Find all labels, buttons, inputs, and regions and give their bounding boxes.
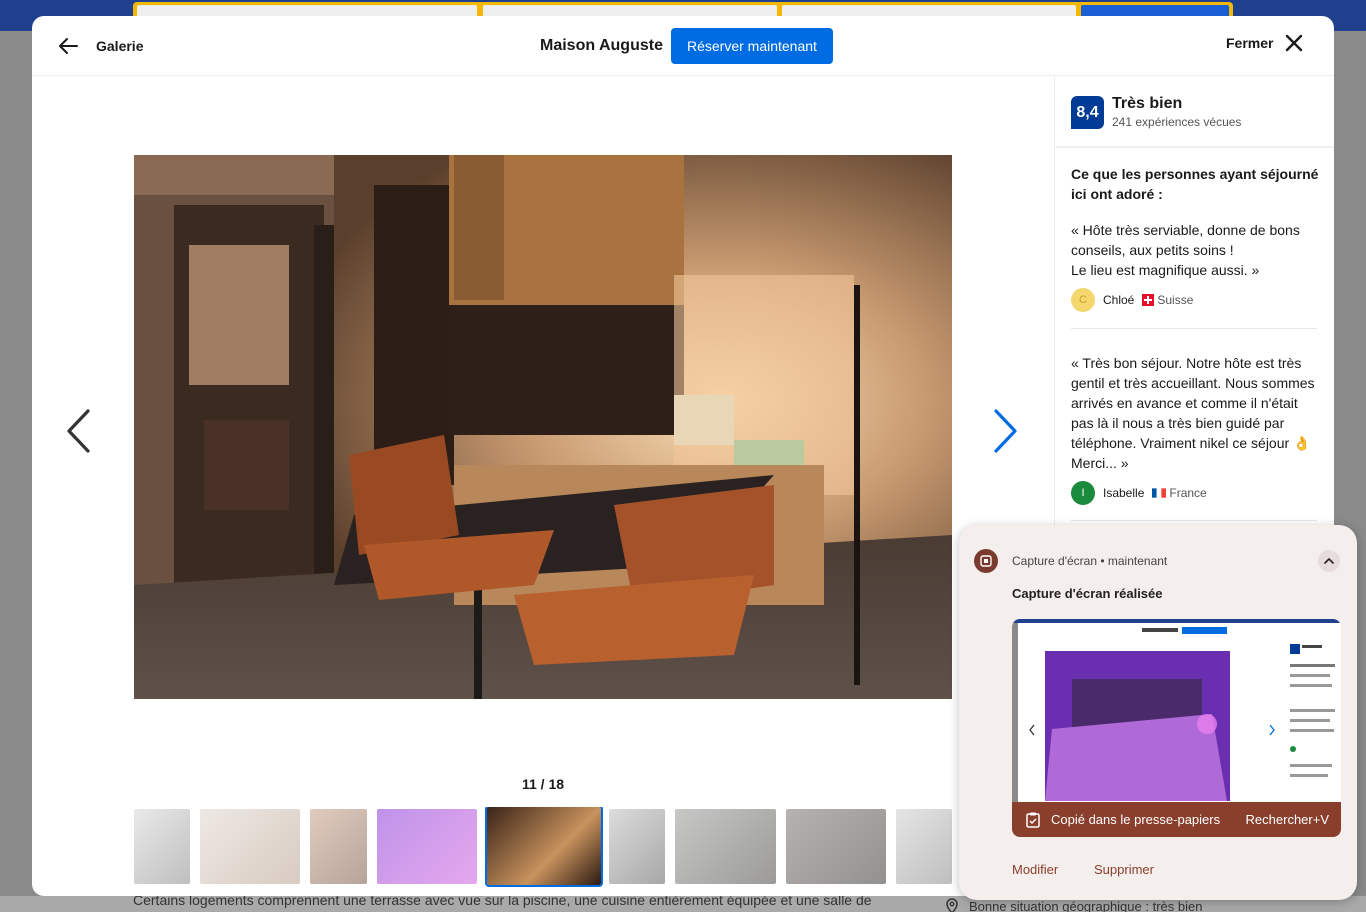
review-score-badge: 8,4 xyxy=(1071,96,1104,129)
clipboard-bar: Copié dans le presse-papiers Rechercher+… xyxy=(1012,802,1341,837)
close-icon xyxy=(1286,34,1303,52)
reviewer-country: France xyxy=(1152,486,1207,500)
country-name: Suisse xyxy=(1157,293,1194,307)
search-shortcut[interactable]: Rechercher+V xyxy=(1246,812,1329,827)
thumbnail-4[interactable] xyxy=(377,809,477,884)
notification-title: Capture d'écran réalisée xyxy=(1012,586,1163,601)
notification-app-label: Capture d'écran • maintenant xyxy=(1012,554,1168,568)
title-group: Maison Auguste Réserver maintenant xyxy=(540,28,833,64)
delete-button[interactable]: Supprimer xyxy=(1094,862,1154,877)
chevron-left-icon xyxy=(67,409,90,453)
thumbnail-2[interactable] xyxy=(200,809,300,884)
chevron-up-icon xyxy=(1324,558,1334,564)
previous-photo-button[interactable] xyxy=(58,404,98,458)
photo-counter: 11 / 18 xyxy=(521,776,565,792)
review-text-2: « Très bon séjour. Notre hôte est très g… xyxy=(1071,355,1315,471)
arrow-left-icon xyxy=(59,38,78,54)
back-to-gallery-button[interactable]: Galerie xyxy=(56,34,143,58)
reviewer-name: Isabelle xyxy=(1103,486,1145,500)
property-name: Maison Auguste xyxy=(540,37,663,54)
thumbnail-5[interactable] xyxy=(485,807,603,887)
rating-label: Très bien xyxy=(1112,95,1183,112)
modal-header: Galerie Maison Auguste Réserver maintena… xyxy=(32,16,1334,76)
avatar: I xyxy=(1071,481,1095,505)
collapse-button[interactable] xyxy=(1318,550,1340,572)
background-location: Bonne situation géographique : très bien xyxy=(945,898,1202,912)
rating-summary[interactable]: 8,4 Très bien 241 expériences vécues xyxy=(1055,76,1334,148)
thumbnail-7[interactable] xyxy=(675,809,776,884)
reviewer-name: Chloé xyxy=(1103,293,1135,307)
close-label: Fermer xyxy=(1226,35,1274,51)
divider xyxy=(1071,328,1317,329)
thumbnail-1[interactable] xyxy=(134,809,190,884)
thumbnail-strip xyxy=(134,807,952,887)
thumbnail-6[interactable] xyxy=(609,809,665,884)
edit-button[interactable]: Modifier xyxy=(1012,862,1058,877)
reviewer-2: I Isabelle France xyxy=(1071,481,1207,505)
reviewer-country: Suisse xyxy=(1142,293,1193,307)
avatar: C xyxy=(1071,288,1095,312)
divider xyxy=(1071,520,1317,521)
france-flag-icon xyxy=(1152,488,1167,498)
review-text-1: « Hôte très serviable, donne de bons con… xyxy=(1071,222,1300,278)
kitchen-photo xyxy=(134,155,952,699)
close-button[interactable]: Fermer xyxy=(1226,34,1303,52)
copied-to-clipboard: Copié dans le presse-papiers xyxy=(1024,811,1220,829)
main-photo xyxy=(134,155,952,699)
clipboard-icon xyxy=(1026,812,1040,828)
reserve-now-button[interactable]: Réserver maintenant xyxy=(670,28,833,64)
map-pin-icon xyxy=(946,898,958,912)
location-text: Bonne situation géographique : très bien xyxy=(969,898,1203,912)
thumbnail-8[interactable] xyxy=(786,809,886,884)
chevron-right-icon xyxy=(994,409,1017,453)
reviewer-1: C Chloé Suisse xyxy=(1071,288,1193,312)
screenshot-icon xyxy=(974,549,998,573)
reviews-heading: Ce que les personnes ayant séjourné ici … xyxy=(1071,166,1319,202)
back-label: Galerie xyxy=(96,38,144,54)
next-photo-button[interactable] xyxy=(986,404,1026,458)
screenshot-notification: Capture d'écran • maintenant Capture d'é… xyxy=(959,525,1357,900)
copy-label: Copié dans le presse-papiers xyxy=(1051,812,1221,827)
review-count: 241 expériences vécues xyxy=(1112,115,1242,129)
thumbnail-3[interactable] xyxy=(310,809,367,884)
thumbnail-9[interactable] xyxy=(896,809,952,884)
switzerland-flag-icon xyxy=(1142,294,1155,306)
country-name: France xyxy=(1169,486,1207,500)
